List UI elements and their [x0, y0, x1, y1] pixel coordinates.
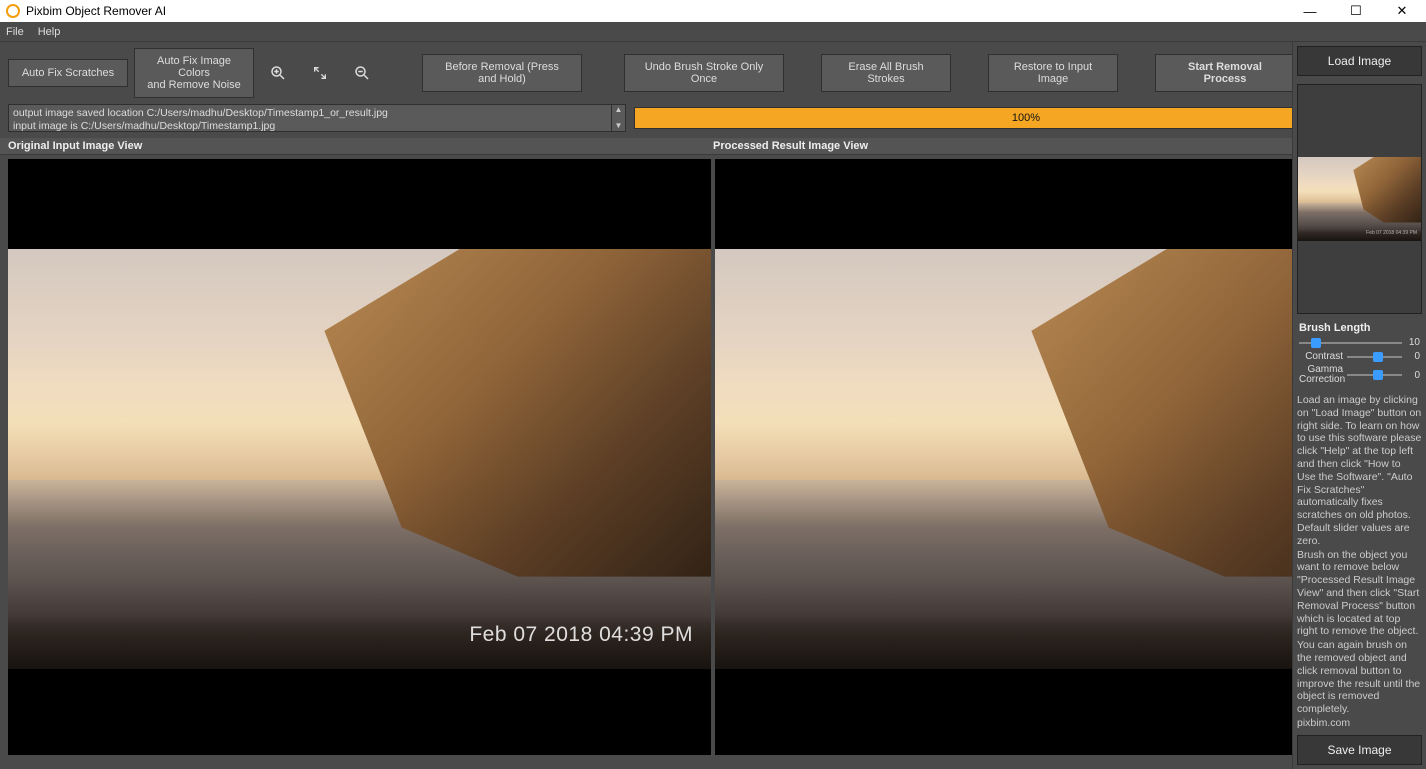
- maximize-button[interactable]: ☐: [1342, 1, 1370, 21]
- save-image-button[interactable]: Save Image: [1297, 735, 1422, 765]
- fullscreen-button[interactable]: [302, 59, 338, 87]
- scroll-down-icon[interactable]: ▼: [612, 121, 625, 131]
- zoom-out-icon: [353, 64, 371, 82]
- progress-percent: 100%: [1012, 112, 1040, 124]
- right-panel: Load Image Feb 07 2018 04:39 PM Brush Le…: [1292, 42, 1426, 769]
- title-bar: Pixbim Object Remover AI — ☐ ✕: [0, 0, 1426, 22]
- zoom-in-icon: [269, 64, 287, 82]
- start-removal-button[interactable]: Start Removal Process: [1155, 54, 1295, 92]
- log-progress-row: output image saved location C:/Users/mad…: [0, 104, 1426, 138]
- erase-all-button[interactable]: Erase All Brush Strokes: [821, 54, 951, 92]
- menu-bar: File Help: [0, 22, 1426, 42]
- help-text: Load an image by clicking on "Load Image…: [1293, 392, 1426, 731]
- minimize-button[interactable]: —: [1296, 1, 1324, 21]
- app-logo-icon: [6, 4, 20, 18]
- image-panes: Feb 07 2018 04:39 PM: [0, 155, 1426, 759]
- expand-icon: [312, 65, 328, 81]
- brush-length-value: 10: [1406, 337, 1420, 348]
- gamma-value: 0: [1406, 370, 1420, 381]
- undo-brush-button[interactable]: Undo Brush Stroke Only Once: [624, 54, 784, 92]
- original-image-pane[interactable]: Feb 07 2018 04:39 PM: [8, 159, 711, 755]
- toolbar: Auto Fix Scratches Auto Fix Image Colors…: [0, 42, 1426, 104]
- auto-fix-colors-button[interactable]: Auto Fix Image Colors and Remove Noise: [134, 48, 254, 98]
- restore-button[interactable]: Restore to Input Image: [988, 54, 1118, 92]
- before-removal-button[interactable]: Before Removal (Press and Hold): [422, 54, 582, 92]
- log-output: output image saved location C:/Users/mad…: [8, 104, 612, 132]
- load-image-button[interactable]: Load Image: [1297, 46, 1422, 76]
- brush-length-label: Brush Length: [1299, 322, 1420, 334]
- scroll-up-icon[interactable]: ▲: [612, 105, 625, 115]
- log-scrollbar[interactable]: ▲ ▼: [612, 104, 626, 132]
- image-timestamp: Feb 07 2018 04:39 PM: [469, 623, 693, 647]
- brush-controls: Brush Length 10 Contrast 0 Gamma Correct…: [1293, 318, 1426, 392]
- app-title: Pixbim Object Remover AI: [26, 4, 1296, 18]
- thumb-timestamp: Feb 07 2018 04:39 PM: [1366, 230, 1417, 236]
- menu-file[interactable]: File: [6, 26, 24, 38]
- thumbnail-preview[interactable]: Feb 07 2018 04:39 PM: [1297, 84, 1422, 314]
- close-button[interactable]: ✕: [1388, 1, 1416, 21]
- view-labels: Original Input Image View Processed Resu…: [0, 138, 1426, 155]
- contrast-label: Contrast: [1299, 351, 1343, 362]
- zoom-in-button[interactable]: [260, 59, 296, 87]
- zoom-out-button[interactable]: [344, 59, 380, 87]
- gamma-label: Gamma Correction: [1299, 365, 1343, 385]
- original-view-label: Original Input Image View: [8, 138, 713, 154]
- contrast-value: 0: [1406, 351, 1420, 362]
- gamma-slider[interactable]: [1347, 370, 1402, 380]
- brush-length-slider[interactable]: [1299, 338, 1402, 348]
- contrast-slider[interactable]: [1347, 352, 1402, 362]
- menu-help[interactable]: Help: [38, 26, 61, 38]
- auto-fix-scratches-button[interactable]: Auto Fix Scratches: [8, 59, 128, 87]
